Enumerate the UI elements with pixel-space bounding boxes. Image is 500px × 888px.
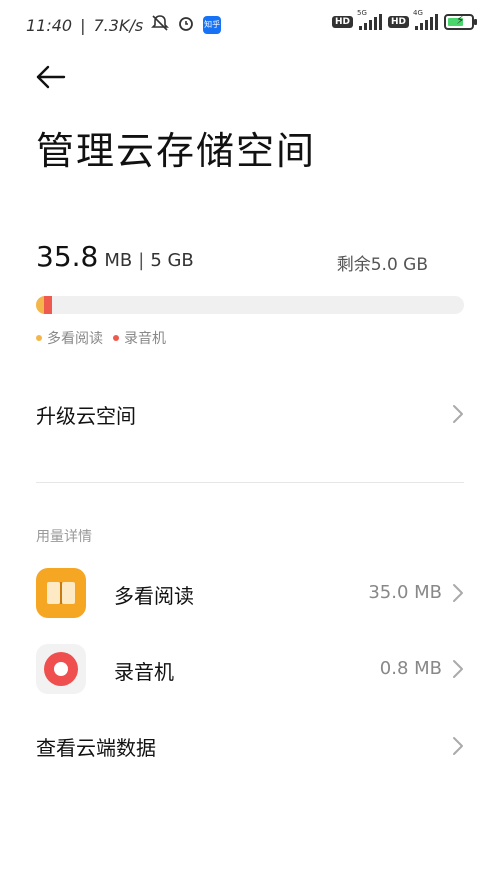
section-title: 用量详情	[36, 529, 92, 545]
separator: |	[138, 250, 145, 271]
storage-used: 35.8 MB | 5 GB	[36, 240, 194, 273]
signal-icon: 5G	[357, 9, 382, 30]
mute-icon	[151, 14, 170, 36]
app-size: 0.8 MB	[379, 658, 442, 679]
chevron-right-icon	[453, 737, 463, 755]
chevron-right-icon	[453, 405, 463, 423]
view-cloud-data-row[interactable]: 查看云端数据	[0, 724, 500, 768]
chevron-right-icon	[453, 660, 463, 678]
arrow-left-icon	[36, 65, 66, 89]
legend-dot	[36, 335, 42, 341]
upgrade-label: 升级云空间	[36, 403, 136, 428]
remaining-space: 剩余5.0 GB	[336, 255, 428, 275]
app-size: 35.0 MB	[368, 582, 442, 603]
status-left: 11:40 | 7.3K/s 知乎	[26, 14, 222, 36]
back-button[interactable]	[34, 60, 68, 94]
recorder-icon	[36, 644, 86, 694]
clock: 11:40	[26, 15, 73, 35]
divider	[36, 482, 464, 483]
alarm-icon	[177, 14, 195, 36]
storage-legend: 多看阅读 录音机	[36, 328, 166, 348]
chevron-right-icon	[453, 584, 463, 602]
signal-icon-2: 4G	[413, 9, 438, 30]
network-speed: 7.3K/s	[93, 15, 144, 35]
used-value: 35.8	[36, 240, 99, 273]
hd-badge-2: HD	[387, 16, 409, 28]
battery-icon: ⚡	[444, 13, 477, 30]
total-capacity: 5 GB	[150, 250, 194, 271]
status-right: HD 5G HD 4G ⚡	[331, 9, 477, 30]
hd-badge: HD	[331, 16, 353, 28]
storage-segment-recorder	[44, 296, 52, 314]
storage-segment-duokan	[36, 296, 44, 314]
status-bar: 11:40 | 7.3K/s 知乎 HD 5G HD 4G ⚡	[0, 0, 500, 50]
book-icon	[36, 568, 86, 618]
app-row-duokan[interactable]: 多看阅读 35.0 MB	[0, 564, 500, 622]
legend-item-recorder: 录音机	[113, 328, 166, 348]
page-title: 管理云存储空间	[36, 129, 317, 173]
app-name: 录音机	[114, 660, 174, 684]
upgrade-cloud-row[interactable]: 升级云空间	[0, 392, 500, 436]
zhihu-icon: 知乎	[203, 16, 222, 34]
used-unit: MB	[104, 250, 133, 271]
app-row-recorder[interactable]: 录音机 0.8 MB	[0, 640, 500, 698]
legend-dot	[113, 335, 119, 341]
storage-bar	[36, 296, 464, 314]
app-name: 多看阅读	[114, 584, 194, 608]
legend-item-duokan: 多看阅读	[36, 328, 103, 348]
view-cloud-label: 查看云端数据	[36, 735, 156, 760]
